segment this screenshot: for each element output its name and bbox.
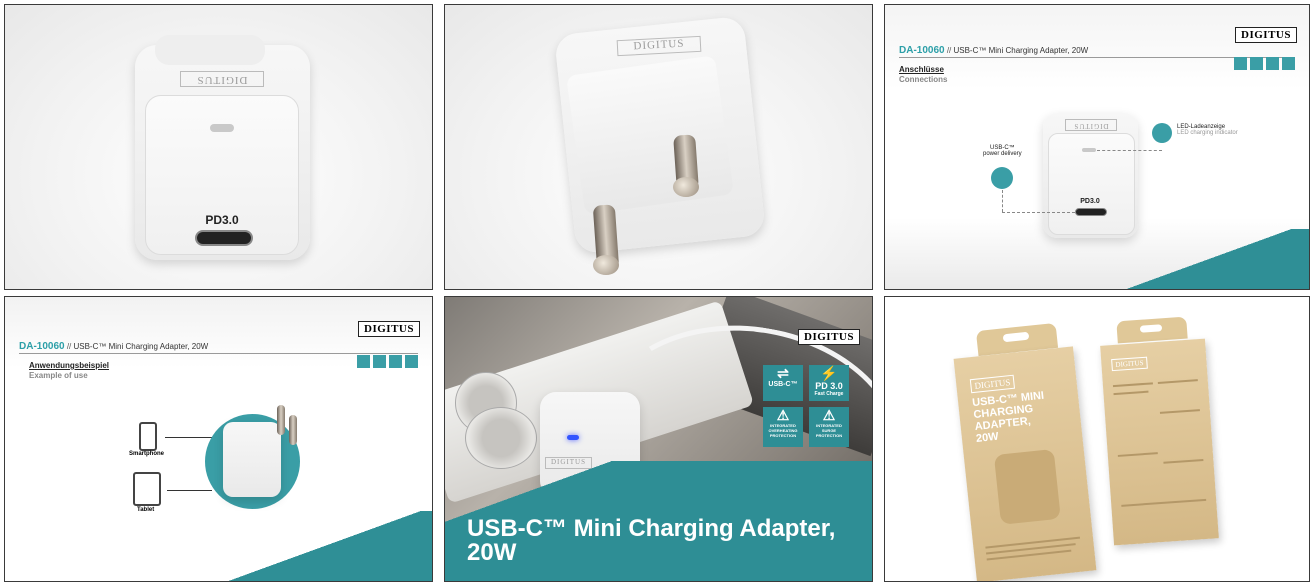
product-photo-back[interactable]: DIGITUS (444, 4, 873, 290)
usbc-callout-icon (991, 167, 1013, 189)
slide-header: DA-10060 // USB-C™ Mini Charging Adapter… (19, 341, 418, 354)
section-title-de: Anschlüsse (899, 65, 944, 74)
lightning-icon: ⚡ (820, 365, 838, 381)
feature-pd: ⚡ PD 3.0 Fast Charge (809, 365, 849, 401)
feature-surge: ⚠ INTEGRATED SURGE PROTECTION (809, 407, 849, 447)
embossed-logo: DIGITUS (1065, 119, 1117, 131)
device-label-tablet: Tablet (137, 507, 155, 513)
plug-pin (277, 405, 285, 435)
smartphone-icon (139, 422, 157, 451)
box-title: USB-C™ MINI CHARGING ADAPTER, 20W (972, 386, 1082, 445)
decorative-wedge (1109, 229, 1309, 289)
usbc-connector-hline (1002, 212, 1075, 213)
feature-surge-label: INTEGRATED SURGE PROTECTION (815, 423, 843, 438)
sku: DA-10060 (19, 341, 65, 352)
led-connector-line (1097, 150, 1162, 151)
embossed-logo: DIGITUS (180, 71, 264, 87)
back-plate (565, 55, 735, 215)
headline-line2: 20W (467, 539, 517, 566)
led-indicator (1082, 148, 1096, 152)
feature-pd-label: PD 3.0 (815, 381, 843, 391)
box-product-image (993, 448, 1061, 525)
feature-pd-sub: Fast Charge (814, 391, 844, 397)
feature-overheat-label: INTEGRATED OVERHEATING PROTECTION (768, 423, 798, 438)
feature-icons (1234, 57, 1295, 70)
feature-usb-c: ⇌ USB-C™ (763, 365, 803, 401)
charger-body (223, 422, 281, 497)
pd-label: PD3.0 (205, 213, 239, 227)
sku: DA-10060 (899, 45, 945, 56)
feature-icon (357, 355, 370, 368)
feature-icon (1234, 57, 1247, 70)
feature-overheat: ⚠ INTEGRATED OVERHEATING PROTECTION (763, 407, 803, 447)
box-text-line (1157, 379, 1198, 384)
example-of-use-slide[interactable]: DIGITUS DA-10060 // USB-C™ Mini Charging… (4, 296, 433, 582)
back-box: DIGITUS (1100, 338, 1219, 546)
led-callout: LED-Ladeanzeige LED charging indicator (1177, 124, 1238, 136)
feature-icon (405, 355, 418, 368)
connections-slide[interactable]: DIGITUS DA-10060 // USB-C™ Mini Charging… (884, 4, 1310, 290)
usbc-callout: USB-C™ power delivery (983, 145, 1022, 157)
feature-icon (389, 355, 402, 368)
usb-c-port (195, 230, 253, 246)
front-box: DIGITUS USB-C™ MINI CHARGING ADAPTER, 20… (953, 346, 1097, 581)
feature-icon (1266, 57, 1279, 70)
pd-label: PD3.0 (1080, 198, 1100, 205)
charger-top-tab (155, 35, 265, 65)
arrow-to-smartphone (165, 437, 215, 438)
decorative-wedge (172, 511, 432, 581)
warning-icon: ⚠ (776, 407, 790, 423)
digitus-logo: DIGITUS (798, 329, 860, 345)
plug-pin-right-tip (673, 177, 699, 197)
feature-icon (1282, 57, 1295, 70)
usbc-connector-vline (1002, 190, 1003, 212)
section-title-en: Example of use (29, 371, 88, 380)
digitus-logo: DIGITUS (358, 321, 420, 337)
box-text-line (1112, 382, 1153, 388)
section-title-de: Anwendungsbeispiel (29, 361, 110, 370)
led-indicator (210, 124, 234, 132)
socket (465, 407, 537, 469)
feature-usb-c-label: USB-C™ (768, 381, 798, 388)
usb-c-port (1075, 208, 1107, 216)
box-logo: DIGITUS (969, 374, 1016, 394)
digitus-logo: DIGITUS (1235, 27, 1297, 43)
box-logo: DIGITUS (1111, 356, 1148, 372)
box-text-line (1113, 390, 1149, 396)
plug-pin-left-tip (593, 255, 619, 275)
section-title-en: Connections (899, 75, 948, 84)
product-title: USB-C™ Mini Charging Adapter, 20W (73, 342, 209, 351)
box-text-line (1163, 458, 1204, 464)
product-photo-front[interactable]: DIGITUS PD3.0 (4, 4, 433, 290)
feature-icons (357, 355, 418, 368)
surge-icon: ⚠ (822, 407, 836, 423)
device-label-smartphone: Smartphone (129, 451, 165, 457)
feature-icon (373, 355, 386, 368)
led-callout-en: LED charging indicator (1177, 130, 1238, 136)
box-text-line (1159, 409, 1200, 414)
usb-icon: ⇌ (777, 365, 789, 381)
arrow-to-tablet (167, 490, 212, 491)
box-text-line (1117, 452, 1158, 457)
headline: USB-C™ Mini Charging Adapter, 20W (467, 517, 835, 565)
led-indicator-lit (567, 435, 579, 440)
tablet-icon (133, 472, 161, 506)
usbc-callout-line2: power delivery (983, 151, 1022, 157)
headline-line1: USB-C™ Mini Charging Adapter, (467, 515, 836, 542)
product-title: USB-C™ Mini Charging Adapter, 20W (953, 46, 1089, 55)
package-photo[interactable]: DIGITUS USB-C™ MINI CHARGING ADAPTER, 20… (884, 296, 1310, 582)
lifestyle-photo[interactable]: DIGITUS DIGITUS ⇌USB-C™ ⚡PD 3.0Fast Char… (444, 296, 873, 582)
plug-pin (289, 415, 297, 445)
feature-icon (1250, 57, 1263, 70)
box-text-line (1121, 498, 1207, 507)
led-callout-icon (1152, 123, 1172, 143)
